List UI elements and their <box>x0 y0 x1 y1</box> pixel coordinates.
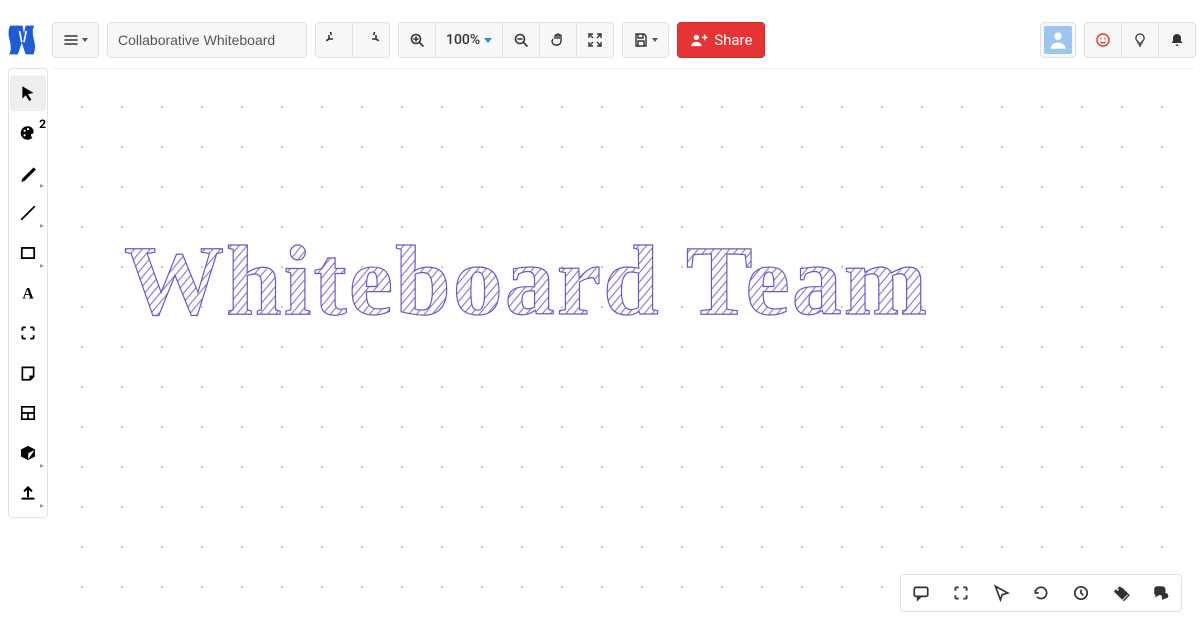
whiteboard-canvas[interactable]: Whiteboard Team <box>54 68 1194 624</box>
comment-tool[interactable] <box>901 575 941 611</box>
follow-tool[interactable] <box>981 575 1021 611</box>
save-button[interactable] <box>623 23 668 57</box>
palette-tool[interactable]: 2 <box>10 115 46 151</box>
note-tool[interactable] <box>10 355 46 391</box>
avatar-icon <box>1044 26 1072 54</box>
upload-tool[interactable]: ▸ <box>10 475 46 511</box>
presentation-tool[interactable] <box>941 575 981 611</box>
select-tool[interactable] <box>10 75 46 111</box>
app-logo[interactable] <box>4 20 44 60</box>
timer-tool[interactable] <box>1061 575 1101 611</box>
board-title-input[interactable] <box>107 22 307 58</box>
avatar-button[interactable] <box>1040 22 1076 58</box>
menu-button[interactable] <box>53 23 98 57</box>
idea-button[interactable] <box>1121 23 1158 57</box>
share-label: Share <box>714 31 752 49</box>
undo-button[interactable] <box>316 23 352 57</box>
zoom-out-button[interactable] <box>502 23 539 57</box>
notifications-button[interactable] <box>1158 23 1195 57</box>
svg-text:Whiteboard Team: Whiteboard Team <box>124 225 929 336</box>
shape-tool[interactable]: ▸ <box>10 235 46 271</box>
share-button[interactable]: Share <box>677 22 765 58</box>
text-tool[interactable]: A <box>10 275 46 311</box>
cube-tool[interactable]: ▸ <box>10 435 46 471</box>
tag-tool[interactable] <box>1101 575 1141 611</box>
chevron-down-icon <box>484 38 492 43</box>
left-tool-palette: 2 ▸ ▸ ▸ A ▸ ▸ <box>8 68 48 518</box>
pan-button[interactable] <box>539 23 576 57</box>
line-tool[interactable]: ▸ <box>10 195 46 231</box>
svg-text:A: A <box>22 286 34 302</box>
template-tool[interactable] <box>10 395 46 431</box>
top-toolbar: 100% Share <box>4 18 1196 62</box>
chat-tool[interactable] <box>1141 575 1181 611</box>
redo-button[interactable] <box>352 23 389 57</box>
zoom-in-button[interactable] <box>399 23 435 57</box>
zoom-level-label: 100% <box>446 32 480 48</box>
palette-badge: 2 <box>39 117 46 131</box>
frame-tool[interactable] <box>10 315 46 351</box>
reactions-button[interactable] <box>1085 23 1121 57</box>
canvas-text-object[interactable]: Whiteboard Team <box>124 214 1124 376</box>
bottom-quickbar <box>900 574 1182 612</box>
history-tool[interactable] <box>1021 575 1061 611</box>
zoom-level-dropdown[interactable]: 100% <box>435 23 502 57</box>
fit-screen-button[interactable] <box>576 23 613 57</box>
pen-tool[interactable]: ▸ <box>10 155 46 191</box>
